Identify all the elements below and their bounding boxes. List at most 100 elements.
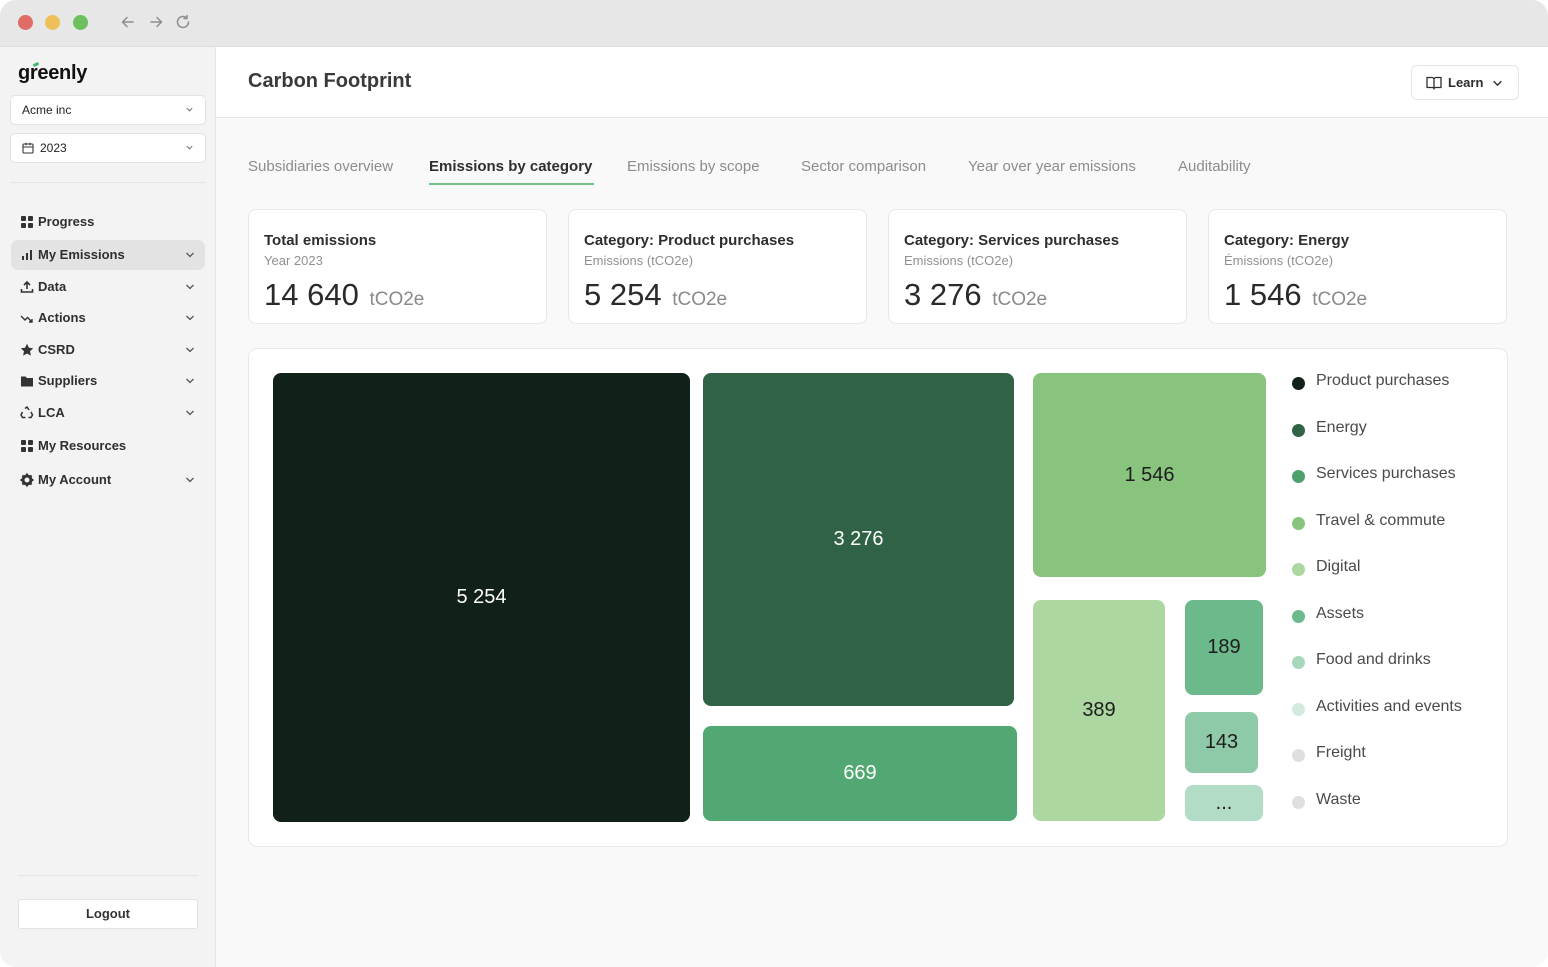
legend-swatch	[1292, 749, 1305, 762]
card-value: 5 254 tCO2e	[584, 277, 727, 313]
legend-label: Assets	[1316, 604, 1365, 622]
sidebar-item-actions[interactable]: Actions	[11, 303, 205, 333]
page-header: Carbon Footprint Learn	[216, 47, 1548, 118]
legend-label: Food and drinks	[1316, 651, 1431, 668]
treemap-tile[interactable]: 389	[1033, 600, 1165, 821]
sidebar-item-label: My Emissions	[38, 247, 125, 262]
sidebar-item-progress[interactable]: Progress	[11, 207, 205, 237]
treemap-tile-label: 1 546	[1124, 463, 1175, 486]
treemap-tile-label: ...	[1215, 791, 1233, 814]
treemap-tile[interactable]: 1 546	[1033, 373, 1266, 577]
legend-label: Travel & commute	[1316, 511, 1446, 529]
legend-label: Waste	[1316, 790, 1361, 808]
card-subtitle: Year 2023	[264, 253, 323, 268]
greenly-logo[interactable]: greenly	[18, 62, 87, 85]
legend-label: Freight	[1316, 744, 1366, 761]
treemap-tile-label: 143	[1204, 731, 1239, 753]
legend-label: Activities and events	[1316, 697, 1462, 715]
tab-emissions-by-category[interactable]: Emissions by category	[429, 158, 592, 175]
sidebar-item-data[interactable]: Data	[11, 272, 205, 302]
card-value-unit: tCO2e	[1312, 289, 1368, 310]
card-value: 14 640 tCO2e	[264, 277, 424, 313]
chevron-down-icon	[186, 410, 194, 416]
sidebar-item-lca[interactable]: LCA	[11, 398, 205, 428]
close-window-button[interactable]	[18, 15, 33, 30]
card-value: 1 546 tCO2e	[1224, 277, 1367, 313]
energy-card: Category: Energy Émissions (tCO2e) 1 546…	[1208, 209, 1507, 324]
tab-emissions-by-scope[interactable]: Emissions by scope	[627, 158, 760, 175]
sidebar-divider	[10, 182, 206, 183]
tab-year-over-year-emissions[interactable]: Year over year emissions	[968, 158, 1136, 175]
chevron-down-icon	[186, 284, 194, 290]
sidebar-item-label: Suppliers	[38, 373, 98, 388]
treemap-tile-label: 3 276	[833, 528, 884, 550]
sidebar-item-suppliers[interactable]: Suppliers	[11, 366, 205, 396]
sidebar-item-csrd[interactable]: CSRD	[11, 335, 205, 365]
chevron-down-icon	[186, 477, 194, 483]
sidebar-item-my-resources[interactable]: My Resources	[11, 431, 205, 461]
treemap-tile[interactable]: 189	[1185, 600, 1263, 695]
book-icon	[1426, 76, 1442, 90]
treemap-tile[interactable]: 669	[703, 726, 1017, 821]
recycle-icon	[20, 406, 34, 419]
legend-swatch	[1292, 795, 1305, 809]
maximize-window-button[interactable]	[73, 15, 88, 30]
treemap-tile[interactable]: 3 276	[703, 373, 1014, 706]
legend-label: Services purchases	[1316, 465, 1456, 482]
legend-swatch	[1292, 609, 1305, 623]
sidebar-item-label: My Resources	[38, 438, 127, 453]
bar-chart-icon	[22, 250, 32, 260]
sidebar-item-my-account[interactable]: My Account	[11, 465, 205, 495]
minimize-window-button[interactable]	[45, 15, 60, 30]
star-icon	[20, 343, 34, 356]
legend-swatch	[1292, 656, 1305, 669]
gear-icon	[20, 473, 34, 487]
legend-swatch	[1292, 377, 1305, 390]
card-title: Category: Energy	[1224, 232, 1350, 249]
card-value-unit: tCO2e	[369, 289, 425, 310]
chevron-down-icon	[186, 252, 194, 258]
sidebar-item-my-emissions[interactable]: My Emissions	[11, 240, 205, 270]
legend-swatch	[1292, 423, 1305, 437]
tab-auditability[interactable]: Auditability	[1178, 158, 1251, 175]
sidebar-item-label: Progress	[38, 214, 95, 229]
tab-subsidiaries-overview[interactable]: Subsidiaries overview	[248, 158, 393, 175]
legend-label: Energy	[1316, 418, 1367, 436]
treemap-tile[interactable]: 143	[1185, 712, 1258, 773]
treemap-tile-label: 189	[1207, 636, 1241, 658]
browser-titlebar	[0, 0, 1548, 47]
card-value-number: 5 254	[584, 277, 662, 312]
card-subtitle: Emissions (tCO2e)	[584, 253, 694, 268]
logout-button[interactable]: Logout	[18, 899, 198, 929]
upload-icon	[20, 280, 34, 293]
company-select[interactable]: Acme inc	[10, 95, 206, 125]
reload-icon[interactable]	[174, 13, 192, 31]
chevron-down-icon	[186, 378, 194, 384]
legend-swatch	[1292, 470, 1305, 483]
forward-arrow-icon[interactable]	[147, 13, 165, 31]
learn-dropdown-button[interactable]: Learn	[1411, 65, 1519, 100]
treemap-tile[interactable]: ...	[1185, 785, 1263, 821]
sidebar-divider	[18, 875, 198, 876]
treemap-tile[interactable]: 5 254	[273, 373, 690, 822]
back-arrow-icon[interactable]	[119, 13, 137, 31]
treemap-tile-label: 389	[1082, 699, 1116, 721]
card-title: Total emissions	[264, 232, 377, 249]
card-value-unit: tCO2e	[992, 289, 1048, 310]
services-purchases-card: Category: Services purchases Emissions (…	[888, 209, 1187, 324]
chevron-down-icon	[186, 145, 193, 150]
card-subtitle: Emissions (tCO2e)	[904, 253, 1014, 268]
sidebar-item-label: LCA	[38, 405, 65, 420]
year-select[interactable]: 2023	[10, 133, 206, 163]
chevron-down-icon	[186, 107, 193, 112]
browser-window: greenly Acme inc 2023 Progress My Emissi…	[0, 0, 1548, 967]
card-value: 3 276 tCO2e	[904, 277, 1047, 313]
product-purchases-card: Category: Product purchases Emissions (t…	[568, 209, 867, 324]
learn-label: Learn	[1448, 75, 1484, 90]
page-title: Carbon Footprint	[248, 70, 412, 92]
card-value-unit: tCO2e	[672, 289, 728, 310]
sidebar-item-label: My Account	[38, 472, 112, 487]
card-value-number: 14 640	[264, 277, 359, 312]
legend-swatch	[1292, 702, 1305, 716]
tab-sector-comparison[interactable]: Sector comparison	[801, 158, 926, 175]
